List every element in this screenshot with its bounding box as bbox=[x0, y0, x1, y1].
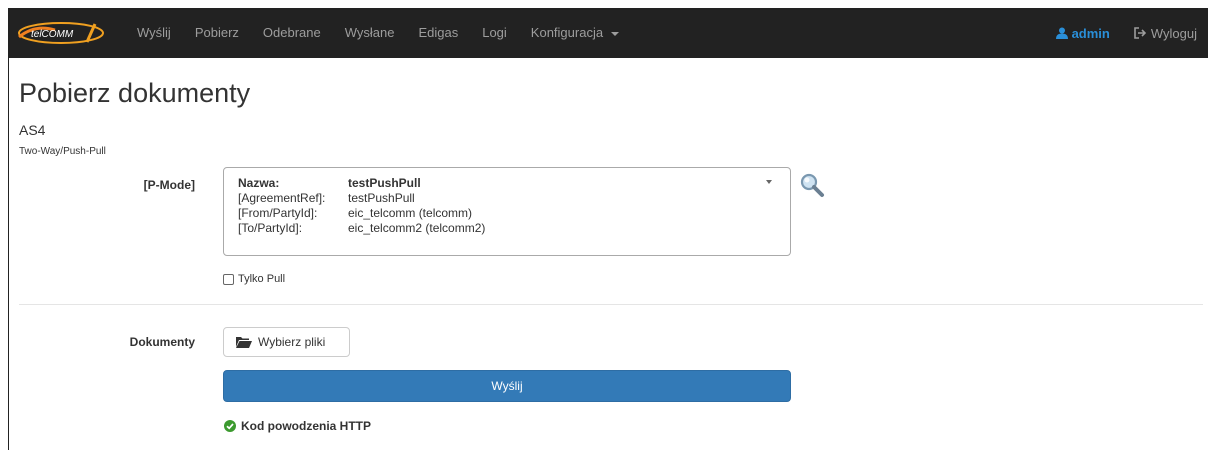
user-name: admin bbox=[1071, 25, 1110, 41]
nav-item-konfiguracja[interactable]: Konfiguracja bbox=[519, 8, 631, 58]
top-navbar: telCOMM Wyślij Pobierz Odebrane Wysłane … bbox=[9, 8, 1208, 58]
pmode-select[interactable]: Nazwa: testPushPull [AgreementRef]: test… bbox=[223, 167, 791, 256]
nav-right: admin Wyloguj bbox=[1044, 8, 1208, 58]
protocol-subtitle: AS4 bbox=[19, 122, 46, 138]
caret-down-icon bbox=[610, 31, 619, 36]
pmode-key: [To/PartyId]: bbox=[238, 221, 303, 235]
nav-item-edigas[interactable]: Edigas bbox=[406, 8, 470, 58]
app-frame: telCOMM Wyślij Pobierz Odebrane Wysłane … bbox=[8, 8, 1208, 450]
page-title: Pobierz dokumenty bbox=[19, 78, 251, 108]
pmode-value: eic_telcomm (telcomm) bbox=[348, 206, 473, 220]
user-menu[interactable]: admin bbox=[1044, 26, 1122, 41]
nav-item-odebrane[interactable]: Odebrane bbox=[251, 8, 333, 58]
status-message: Kod powodzenia HTTP bbox=[224, 419, 371, 433]
user-icon bbox=[1055, 27, 1068, 39]
telcomm-logo[interactable]: telCOMM bbox=[13, 8, 113, 58]
pmode-key: [From/PartyId]: bbox=[238, 206, 318, 220]
logout-label: Wyloguj bbox=[1150, 25, 1197, 41]
pmode-value: testPushPull bbox=[348, 191, 415, 205]
logout-link[interactable]: Wyloguj bbox=[1122, 26, 1208, 41]
check-circle-icon bbox=[224, 420, 236, 432]
pmode-value: eic_telcomm2 (telcomm2) bbox=[348, 221, 486, 235]
nav-item-wyslij[interactable]: Wyślij bbox=[125, 8, 183, 58]
pmode-key: Nazwa: bbox=[238, 176, 280, 190]
svg-text:telCOMM: telCOMM bbox=[31, 29, 74, 40]
nav-menu: Wyślij Pobierz Odebrane Wysłane Edigas L… bbox=[125, 8, 631, 58]
nav-item-wyslane[interactable]: Wysłane bbox=[333, 8, 407, 58]
choose-files-label: Wybierz pliki bbox=[258, 335, 326, 349]
nav-item-pobierz[interactable]: Pobierz bbox=[183, 8, 251, 58]
folder-open-icon bbox=[236, 337, 252, 348]
select-caret-icon[interactable] bbox=[766, 180, 772, 184]
choose-files-button[interactable]: Wybierz pliki bbox=[223, 327, 350, 357]
documents-label: Dokumenty bbox=[129, 335, 195, 349]
only-pull-option[interactable]: Tylko Pull bbox=[223, 273, 285, 285]
pmode-row: Nazwa: testPushPull bbox=[238, 176, 776, 191]
only-pull-label: Tylko Pull bbox=[238, 273, 286, 285]
send-button[interactable]: Wyślij bbox=[223, 370, 791, 402]
logout-icon bbox=[1134, 27, 1147, 39]
pmode-key: [AgreementRef]: bbox=[238, 191, 326, 205]
pmode-row: [From/PartyId]: eic_telcomm (telcomm) bbox=[238, 206, 776, 221]
nav-item-konfiguracja-label: Konfiguracja bbox=[530, 25, 604, 40]
magnifier-icon[interactable] bbox=[799, 172, 825, 198]
status-text: Kod powodzenia HTTP bbox=[241, 419, 371, 433]
pmode-label: [P-Mode] bbox=[143, 178, 195, 192]
pmode-row: [To/PartyId]: eic_telcomm2 (telcomm2) bbox=[238, 221, 776, 236]
pmode-value: testPushPull bbox=[348, 176, 421, 190]
pmode-row: [AgreementRef]: testPushPull bbox=[238, 191, 776, 206]
telcomm-logo-icon: telCOMM bbox=[18, 22, 104, 44]
only-pull-checkbox[interactable] bbox=[223, 273, 234, 285]
mode-caption: Two-Way/Push-Pull bbox=[19, 146, 106, 157]
section-divider bbox=[19, 304, 1203, 305]
nav-item-logi[interactable]: Logi bbox=[470, 8, 519, 58]
